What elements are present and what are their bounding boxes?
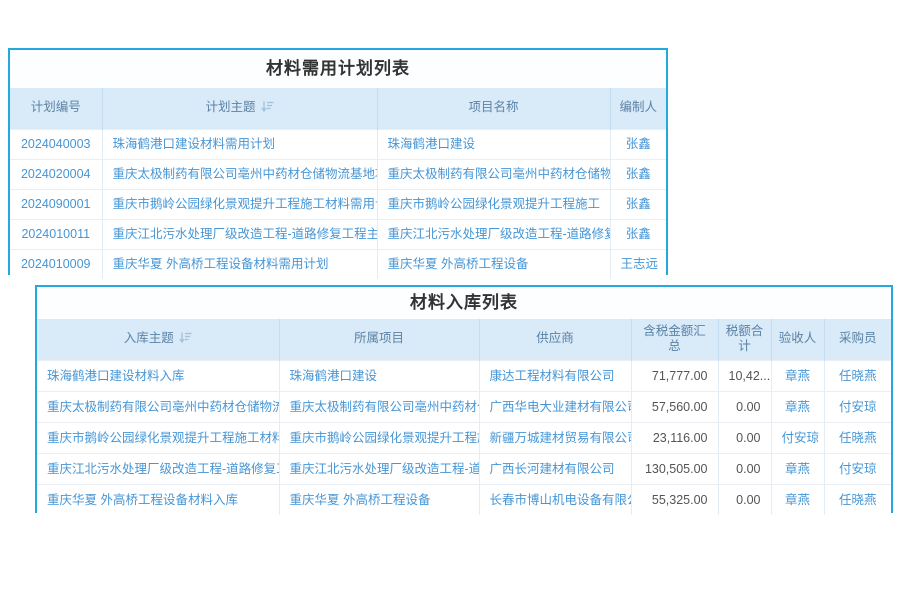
data-grid: 计划编号 计划主题 项目名称 编制人 2024040003珠海鹤港口建设材料需用计划珠海… <box>10 88 666 279</box>
cell-acceptor[interactable]: 章燕 <box>771 360 824 391</box>
cell-supplier[interactable]: 广西长河建材有限公司 <box>479 453 631 484</box>
table-row: 珠海鹤港口建设材料入库珠海鹤港口建设康达工程材料有限公司71,777.0010,… <box>37 360 891 391</box>
cell-subject[interactable]: 重庆市鹅岭公园绿化景观提升工程施工材料需用计划 <box>102 189 377 219</box>
table-row: 2024010009重庆华夏 外高桥工程设备材料需用计划重庆华夏 外高桥工程设备… <box>10 249 666 279</box>
column-header-label: 所属项目 <box>354 331 404 345</box>
table-row: 2024040003珠海鹤港口建设材料需用计划珠海鹤港口建设张鑫 <box>10 129 666 159</box>
header-row: 计划编号 计划主题 项目名称 编制人 <box>10 88 666 129</box>
column-header-label: 税额合计 <box>726 324 764 354</box>
column-header-label: 供应商 <box>536 331 574 345</box>
cell-project[interactable]: 重庆华夏 外高桥工程设备 <box>377 249 610 279</box>
cell-acceptor[interactable]: 章燕 <box>771 484 824 515</box>
column-header-acceptor: 验收人 <box>771 319 824 360</box>
cell-plan_no[interactable]: 2024040003 <box>10 129 102 159</box>
column-header-subject[interactable]: 计划主题 <box>102 88 377 129</box>
cell-acceptor[interactable]: 章燕 <box>771 391 824 422</box>
cell-compiler[interactable]: 张鑫 <box>610 189 666 219</box>
column-header-label: 含税金额汇总 <box>643 324 706 354</box>
column-header-supplier: 供应商 <box>479 319 631 360</box>
cell-purchaser[interactable]: 任晓燕 <box>824 484 891 515</box>
cell-compiler[interactable]: 张鑫 <box>610 159 666 189</box>
cell-plan_no[interactable]: 2024090001 <box>10 189 102 219</box>
column-header-label: 计划主题 <box>205 100 255 114</box>
header-row: 入库主题 所属项目 供应商 含税金额汇总税额合计 验收人 采购员 <box>37 319 891 360</box>
material-requirement-plan-card: 材料需用计划列表 计划编号计划主题项目名称编制人2024040003珠海鹤港口建… <box>8 48 668 275</box>
cell-project[interactable]: 重庆江北污水处理厂级改造工程-道路修复工程 <box>377 219 610 249</box>
cell-acceptor[interactable]: 章燕 <box>771 453 824 484</box>
cell-plan_no[interactable]: 2024020004 <box>10 159 102 189</box>
inbound-table-title: 材料入库列表 <box>37 287 891 319</box>
cell-supplier[interactable]: 新疆万城建材贸易有限公司 <box>479 422 631 453</box>
cell-acceptor[interactable]: 付安琼 <box>771 422 824 453</box>
cell-project[interactable]: 重庆华夏 外高桥工程设备 <box>279 484 479 515</box>
cell-supplier[interactable]: 广西华电大业建材有限公司 <box>479 391 631 422</box>
cell-compiler[interactable]: 张鑫 <box>610 219 666 249</box>
cell-tax: 0.00 <box>718 422 771 453</box>
cell-subject[interactable]: 重庆江北污水处理厂级改造工程-道路修复工程主要材料 <box>102 219 377 249</box>
column-header-label: 入库主题 <box>124 331 174 345</box>
cell-project[interactable]: 重庆太极制药有限公司亳州中药材仓... <box>279 391 479 422</box>
column-header-label: 验收人 <box>779 331 817 345</box>
cell-subject[interactable]: 重庆华夏 外高桥工程设备材料需用计划 <box>102 249 377 279</box>
cell-compiler[interactable]: 张鑫 <box>610 129 666 159</box>
cell-project[interactable]: 重庆市鹅岭公园绿化景观提升工程施工 <box>377 189 610 219</box>
column-header-amount: 含税金额汇总 <box>631 319 718 360</box>
column-header-tax: 税额合计 <box>718 319 771 360</box>
column-header-project: 项目名称 <box>377 88 610 129</box>
cell-tax: 0.00 <box>718 484 771 515</box>
cell-subject[interactable]: 重庆华夏 外高桥工程设备材料入库 <box>37 484 279 515</box>
column-header-subject[interactable]: 入库主题 <box>37 319 279 360</box>
plan-table-title: 材料需用计划列表 <box>10 50 666 88</box>
table-row: 2024010011重庆江北污水处理厂级改造工程-道路修复工程主要材料重庆江北污… <box>10 219 666 249</box>
cell-supplier[interactable]: 长春市博山机电设备有限公司 <box>479 484 631 515</box>
cell-project[interactable]: 重庆市鹅岭公园绿化景观提升工程施工 <box>279 422 479 453</box>
column-header-project: 所属项目 <box>279 319 479 360</box>
cell-amount: 57,560.00 <box>631 391 718 422</box>
table-row: 重庆太极制药有限公司亳州中药材仓储物流基...重庆太极制药有限公司亳州中药材仓.… <box>37 391 891 422</box>
cell-purchaser[interactable]: 付安琼 <box>824 453 891 484</box>
cell-supplier[interactable]: 康达工程材料有限公司 <box>479 360 631 391</box>
table-row: 2024020004重庆太极制药有限公司亳州中药材仓储物流基地项目...重庆太极… <box>10 159 666 189</box>
cell-project[interactable]: 珠海鹤港口建设 <box>377 129 610 159</box>
cell-project[interactable]: 重庆太极制药有限公司亳州中药材仓储物流... <box>377 159 610 189</box>
cell-subject[interactable]: 重庆太极制药有限公司亳州中药材仓储物流基地项目... <box>102 159 377 189</box>
cell-tax: 10,42... <box>718 360 771 391</box>
inbound-table: 入库主题 所属项目 供应商 含税金额汇总税额合计 验收人 采购员珠海鹤港口建设材料入库珠海… <box>37 319 891 515</box>
cell-project[interactable]: 珠海鹤港口建设 <box>279 360 479 391</box>
cell-plan_no[interactable]: 2024010009 <box>10 249 102 279</box>
cell-purchaser[interactable]: 任晓燕 <box>824 422 891 453</box>
table-row: 重庆市鹅岭公园绿化景观提升工程施工材料入库重庆市鹅岭公园绿化景观提升工程施工新疆… <box>37 422 891 453</box>
cell-subject[interactable]: 重庆太极制药有限公司亳州中药材仓储物流基... <box>37 391 279 422</box>
cell-plan_no[interactable]: 2024010011 <box>10 219 102 249</box>
cell-subject[interactable]: 重庆市鹅岭公园绿化景观提升工程施工材料入库 <box>37 422 279 453</box>
table-row: 2024090001重庆市鹅岭公园绿化景观提升工程施工材料需用计划重庆市鹅岭公园… <box>10 189 666 219</box>
cell-compiler[interactable]: 王志远 <box>610 249 666 279</box>
cell-tax: 0.00 <box>718 453 771 484</box>
cell-subject[interactable]: 珠海鹤港口建设材料入库 <box>37 360 279 391</box>
column-header-compiler: 编制人 <box>610 88 666 129</box>
plan-table: 计划编号 计划主题 项目名称 编制人 2024040003珠海鹤港口建设材料需用计划珠海… <box>10 88 666 279</box>
table-row: 重庆江北污水处理厂级改造工程-道路修复工程...重庆江北污水处理厂级改造工程-道… <box>37 453 891 484</box>
column-header-purchaser: 采购员 <box>824 319 891 360</box>
column-header-label: 采购员 <box>839 331 877 345</box>
material-inbound-card: 材料入库列表 入库主题 所属项目 供应商 含税金额汇总税额合计 验收人 采购员珠海鹤港口建… <box>35 285 893 513</box>
column-header-label: 编制人 <box>619 100 657 114</box>
sort-icon <box>261 101 274 112</box>
cell-project[interactable]: 重庆江北污水处理厂级改造工程-道路... <box>279 453 479 484</box>
cell-subject[interactable]: 重庆江北污水处理厂级改造工程-道路修复工程... <box>37 453 279 484</box>
column-header-label: 计划编号 <box>31 100 81 114</box>
table-row: 重庆华夏 外高桥工程设备材料入库重庆华夏 外高桥工程设备长春市博山机电设备有限公… <box>37 484 891 515</box>
column-header-label: 项目名称 <box>468 100 518 114</box>
cell-tax: 0.00 <box>718 391 771 422</box>
data-grid: 入库主题 所属项目 供应商 含税金额汇总税额合计 验收人 采购员珠海鹤港口建设材料入库珠海… <box>37 319 891 515</box>
cell-subject[interactable]: 珠海鹤港口建设材料需用计划 <box>102 129 377 159</box>
cell-amount: 23,116.00 <box>631 422 718 453</box>
cell-amount: 130,505.00 <box>631 453 718 484</box>
cell-purchaser[interactable]: 任晓燕 <box>824 360 891 391</box>
cell-purchaser[interactable]: 付安琼 <box>824 391 891 422</box>
cell-amount: 71,777.00 <box>631 360 718 391</box>
column-header-plan_no: 计划编号 <box>10 88 102 129</box>
cell-amount: 55,325.00 <box>631 484 718 515</box>
sort-icon <box>179 332 192 343</box>
